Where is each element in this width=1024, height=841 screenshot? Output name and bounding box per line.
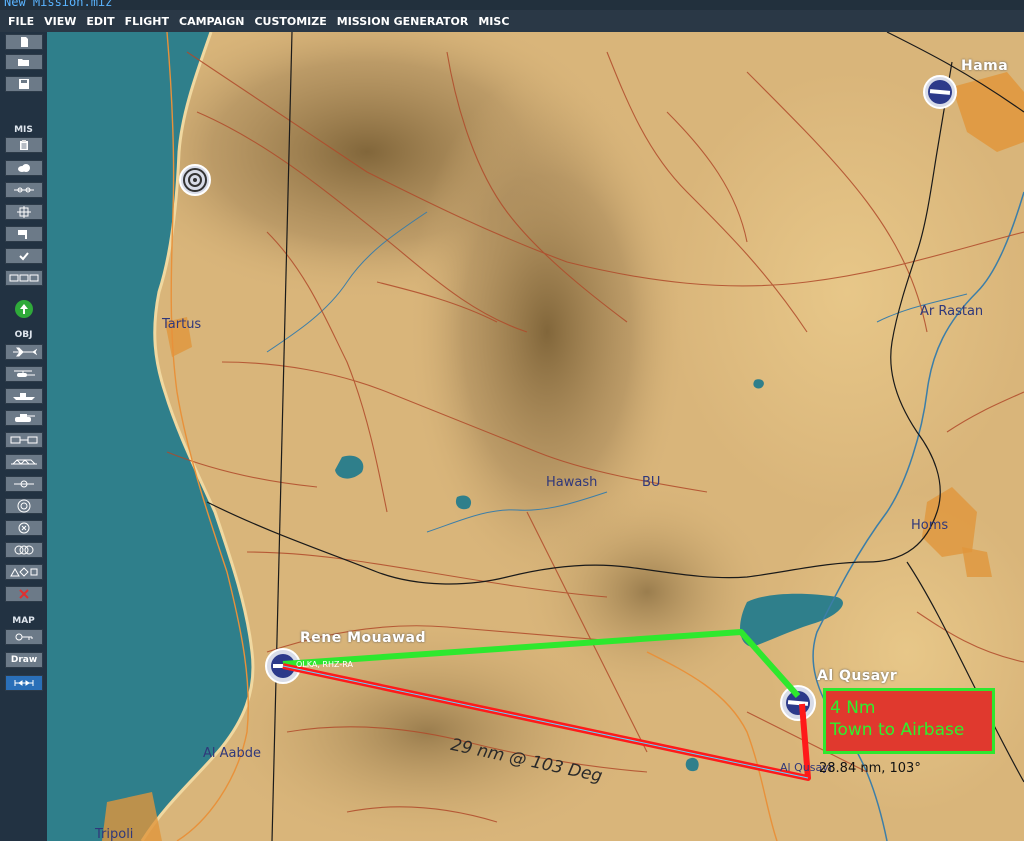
ruler-measure-icon [14,680,34,686]
label-rene-mouawad: Rene Mouawad [300,630,426,646]
concentric-circles-icon [17,499,31,513]
menu-flight[interactable]: FLIGHT [120,15,174,28]
ruler-readout: 28.84 nm, 103° [819,761,921,776]
ship-icon [13,393,35,400]
add-group-button[interactable] [5,542,43,558]
label-hama: Hama [961,58,1009,74]
arrow-up-icon [20,304,28,314]
flag-button[interactable] [5,226,43,242]
ruler-button[interactable] [5,675,43,691]
briefing-button[interactable] [5,137,43,153]
checkmark-icon [19,252,29,261]
section-label-obj: OBJ [14,330,33,340]
triple-circle-icon [14,545,34,555]
save-mission-button[interactable] [5,76,43,92]
window-title-bar: New Mission.miz [0,0,1024,10]
fly-mission-button[interactable] [15,300,33,318]
label-homs: Homs [911,518,949,533]
weather-button[interactable] [5,160,43,176]
map-key-button[interactable] [5,629,43,645]
layout-button[interactable] [5,270,43,286]
boxes-row-icon [9,274,39,282]
new-file-icon [21,37,28,47]
add-helicopter-button[interactable] [5,366,43,382]
static-object-icon [10,436,38,444]
add-static-object-button[interactable] [5,432,43,448]
label-bu: BU [642,475,661,490]
add-bridge-button[interactable] [5,454,43,470]
key-icon [15,633,33,641]
airplane-icon [13,347,37,357]
section-label-mis: MIS [14,125,33,135]
target-x-icon [18,522,30,534]
target-square-icon [17,206,31,218]
airbase-al-qusayr-marker [780,685,816,721]
menu-edit[interactable]: EDIT [81,15,119,28]
confirm-button[interactable] [5,248,43,264]
flag-icon [18,230,27,239]
add-vehicle-button[interactable] [5,410,43,426]
annotation-distance: 4 Nm [830,698,876,718]
lake-small-3 [685,757,699,772]
add-shapes-button[interactable] [5,564,43,580]
delete-x-icon [19,589,29,599]
window-title: New Mission.miz [4,0,113,9]
menu-customize[interactable]: CUSTOMIZE [249,15,331,28]
clipboard-icon [20,140,28,150]
menu-mission-generator[interactable]: MISSION GENERATOR [332,15,474,28]
label-airbase-code: OLKA, RHZ-RA [296,660,353,669]
trigger-zone-button[interactable] [5,204,43,220]
map-view[interactable]: Hama Rene Mouawad OLKA, RHZ-RA Al Qusayr… [47,32,1024,841]
menu-misc[interactable]: MISC [473,15,514,28]
waypoint-path-icon [14,187,34,193]
tank-icon [15,414,35,422]
folder-open-icon [18,59,29,66]
navaid-marker [179,164,211,196]
add-zone-button[interactable] [5,498,43,514]
add-ship-button[interactable] [5,388,43,404]
helicopter-icon [14,370,35,377]
label-al-qusayr-airbase: Al Qusayr [817,668,898,684]
node-line-icon [14,480,34,488]
label-hawash: Hawash [546,475,598,490]
plain-east [667,72,1024,512]
annotation-description: Town to Airbase [830,720,965,740]
shapes-icon [10,567,38,577]
label-al-aabde: Al Aabde [203,746,261,761]
triggered-actions-button[interactable] [5,182,43,198]
label-tartus: Tartus [162,317,202,332]
add-target-button[interactable] [5,520,43,536]
menu-bar: FILE VIEW EDIT FLIGHT CAMPAIGN CUSTOMIZE… [0,10,1024,32]
menu-view[interactable]: VIEW [39,15,81,28]
draw-button[interactable]: Draw [5,652,43,668]
bridge-icon [11,459,37,465]
section-label-map: MAP [12,616,35,626]
add-plane-button[interactable] [5,344,43,360]
weather-cloud-icon [18,164,30,172]
airbase-hama-marker [923,75,957,109]
save-icon [19,79,29,89]
left-toolbar: MIS OBJ MAP Draw [0,32,47,841]
new-mission-button[interactable] [5,34,43,50]
open-mission-button[interactable] [5,54,43,70]
add-template-button[interactable] [5,476,43,492]
label-tripoli: Tripoli [95,827,134,841]
menu-file[interactable]: FILE [0,15,39,28]
annotation-box[interactable]: 4 Nm Town to Airbase [823,688,995,754]
delete-object-button[interactable] [5,586,43,602]
label-ar-rastan: Ar Rastan [920,304,984,319]
menu-campaign[interactable]: CAMPAIGN [174,15,249,28]
